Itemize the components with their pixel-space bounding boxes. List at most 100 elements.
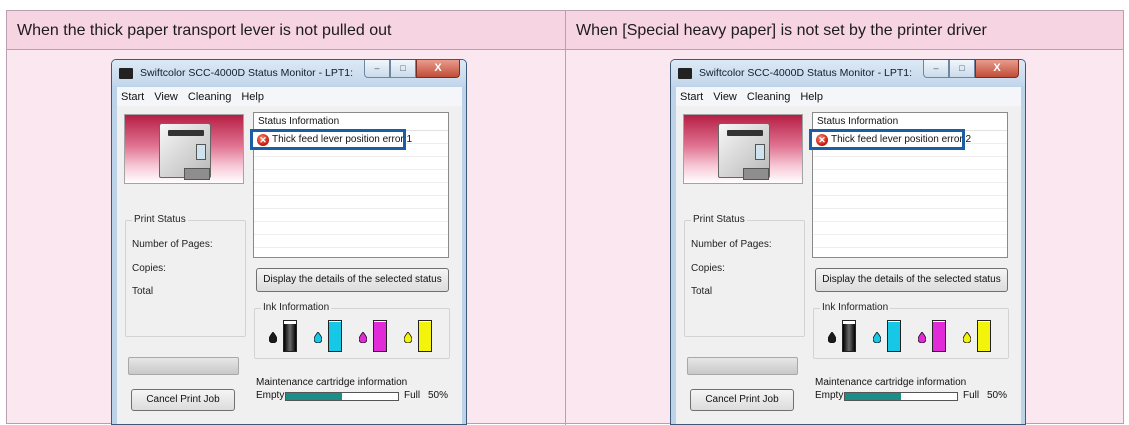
menu-bar: Start View Cleaning Help	[676, 87, 1021, 106]
menu-view[interactable]: View	[713, 91, 737, 103]
app-icon	[678, 68, 692, 79]
print-status-group: Print Status Number of Pages: Copies: To…	[125, 214, 246, 337]
black-ink-drop-icon	[828, 332, 836, 343]
printer-slot	[168, 130, 204, 136]
maintenance-level-bar	[285, 392, 399, 401]
window-title: Swiftcolor SCC-4000D Status Monitor - LP…	[699, 67, 912, 79]
list-item[interactable]	[254, 196, 448, 209]
print-status-legend: Print Status	[691, 214, 747, 225]
magenta-ink-level	[374, 322, 386, 351]
yellow-ink-tank	[418, 320, 432, 352]
status-monitor-window: Swiftcolor SCC-4000D Status Monitor - LP…	[670, 59, 1026, 425]
cyan-ink-tank	[887, 320, 901, 352]
yellow-ink-level	[419, 322, 431, 351]
list-item[interactable]	[813, 157, 1007, 170]
close-button[interactable]: X	[975, 60, 1019, 78]
title-bar[interactable]: Swiftcolor SCC-4000D Status Monitor - LP…	[112, 60, 466, 86]
printer-body	[718, 123, 770, 180]
cancel-print-job-button[interactable]: Cancel Print Job	[131, 389, 235, 411]
total-label: Total	[132, 286, 154, 297]
app-icon	[119, 68, 133, 79]
window-controls: – □ X	[923, 60, 1019, 78]
number-of-pages-label: Number of Pages:	[691, 239, 772, 250]
list-item[interactable]	[813, 209, 1007, 222]
menu-start[interactable]: Start	[121, 91, 144, 103]
list-item[interactable]	[254, 209, 448, 222]
menu-cleaning[interactable]: Cleaning	[747, 91, 790, 103]
display-details-button[interactable]: Display the details of the selected stat…	[256, 268, 449, 292]
status-monitor-window: Swiftcolor SCC-4000D Status Monitor - LP…	[111, 59, 467, 425]
maximize-button[interactable]: □	[390, 60, 416, 78]
black-ink-level	[284, 324, 296, 351]
yellow-ink-drop-icon	[404, 332, 412, 343]
window-title: Swiftcolor SCC-4000D Status Monitor - LP…	[140, 67, 353, 79]
list-item[interactable]	[254, 235, 448, 248]
ink-information-group: Ink Information	[813, 302, 1009, 359]
ink-information-legend: Ink Information	[820, 302, 891, 313]
list-item[interactable]	[254, 170, 448, 183]
list-item[interactable]	[813, 170, 1007, 183]
maximize-button[interactable]: □	[949, 60, 975, 78]
maintenance-empty-label: Empty	[256, 390, 285, 401]
number-of-pages-label: Number of Pages:	[132, 239, 213, 250]
list-item[interactable]	[813, 222, 1007, 235]
table-cell-left: Swiftcolor SCC-4000D Status Monitor - LP…	[7, 51, 564, 425]
printer-tray	[184, 168, 210, 180]
yellow-ink-drop-icon	[963, 332, 971, 343]
maintenance-level-fill	[845, 393, 901, 400]
menu-view[interactable]: View	[154, 91, 178, 103]
printer-body	[159, 123, 211, 180]
printer-panel	[755, 144, 765, 160]
printer-panel	[196, 144, 206, 160]
list-item[interactable]	[254, 222, 448, 235]
display-details-button[interactable]: Display the details of the selected stat…	[815, 268, 1008, 292]
print-status-legend: Print Status	[132, 214, 188, 225]
table-cell-right: Swiftcolor SCC-4000D Status Monitor - LP…	[566, 51, 1123, 425]
list-item[interactable]	[813, 235, 1007, 248]
menu-help[interactable]: Help	[800, 91, 823, 103]
menu-cleaning[interactable]: Cleaning	[188, 91, 231, 103]
cancel-print-job-button[interactable]: Cancel Print Job	[690, 389, 794, 411]
minimize-button[interactable]: –	[364, 60, 390, 78]
comparison-table: When the thick paper transport lever is …	[6, 10, 1124, 425]
list-item[interactable]	[813, 183, 1007, 196]
column-header-left: When the thick paper transport lever is …	[7, 11, 565, 50]
status-error-text: Thick feed lever position error 1	[272, 134, 413, 145]
title-bar[interactable]: Swiftcolor SCC-4000D Status Monitor - LP…	[671, 60, 1025, 86]
maintenance-full-label: Full	[404, 390, 421, 401]
yellow-ink-tank	[977, 320, 991, 352]
printer-image	[124, 114, 244, 184]
black-ink-tank	[283, 320, 297, 352]
window-client: Print Status Number of Pages: Copies: To…	[676, 106, 1021, 424]
ink-information-group: Ink Information	[254, 302, 450, 359]
cyan-ink-level	[329, 322, 341, 351]
menu-help[interactable]: Help	[241, 91, 264, 103]
maintenance-level-fill	[286, 393, 342, 400]
list-item[interactable]	[254, 183, 448, 196]
window-client: Print Status Number of Pages: Copies: To…	[117, 106, 462, 424]
magenta-ink-level	[933, 322, 945, 351]
status-error-text: Thick feed lever position error 2	[831, 134, 972, 145]
copies-label: Copies:	[132, 263, 166, 274]
error-circle-icon: ✕	[816, 134, 828, 146]
minimize-button[interactable]: –	[923, 60, 949, 78]
maintenance-empty-label: Empty	[815, 390, 844, 401]
status-error-item[interactable]: ✕ Thick feed lever position error 1	[250, 129, 412, 150]
list-item[interactable]	[254, 157, 448, 170]
maintenance-cartridge-meter: Empty Full 50%	[815, 390, 1015, 404]
close-button[interactable]: X	[416, 60, 460, 78]
print-progress-bar	[687, 357, 798, 375]
list-item[interactable]	[813, 196, 1007, 209]
column-header-right: When [Special heavy paper] is not set by…	[566, 11, 1123, 50]
maintenance-cartridge-meter: Empty Full 50%	[256, 390, 456, 404]
error-circle-icon: ✕	[257, 134, 269, 146]
printer-slot	[727, 130, 763, 136]
status-error-item[interactable]: ✕ Thick feed lever position error 2	[809, 129, 971, 150]
maintenance-percent: 50%	[428, 390, 449, 401]
window-controls: – □ X	[364, 60, 460, 78]
magenta-ink-drop-icon	[359, 332, 367, 343]
menu-start[interactable]: Start	[680, 91, 703, 103]
maintenance-cartridge-label: Maintenance cartridge information	[815, 377, 967, 388]
magenta-ink-tank	[373, 320, 387, 352]
maintenance-cartridge-label: Maintenance cartridge information	[256, 377, 408, 388]
